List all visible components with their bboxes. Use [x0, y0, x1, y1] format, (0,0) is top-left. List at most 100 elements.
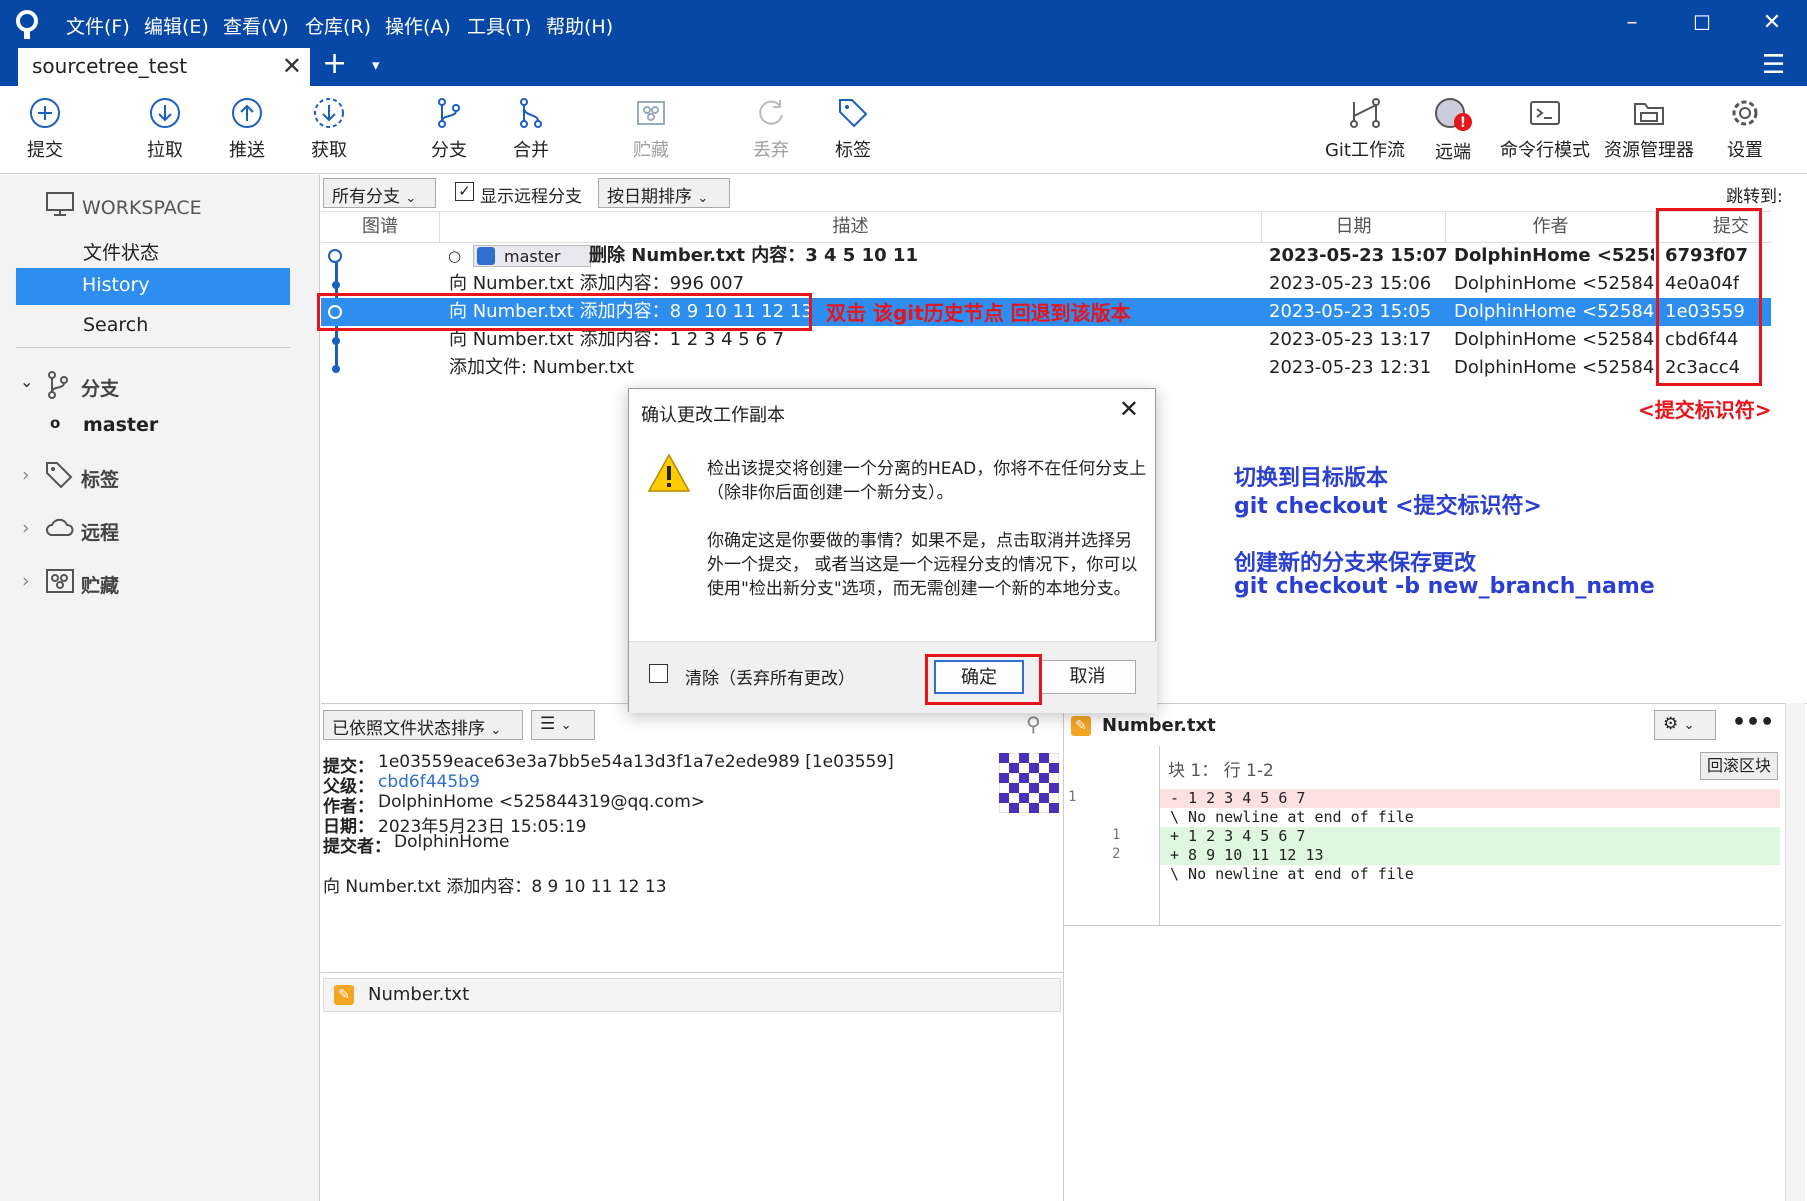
new-tab-icon[interactable]: +	[322, 46, 347, 81]
view-mode-dropdown[interactable]: ☰ ⌄	[531, 710, 595, 740]
sidebar-item-file-status[interactable]: 文件状态	[83, 238, 159, 265]
repo-tab[interactable]: sourcetree_test ✕	[18, 48, 310, 86]
parent-commit-link[interactable]: cbd6f445b9	[378, 772, 480, 792]
stash-button[interactable]: 贮藏	[606, 96, 696, 162]
explorer-button[interactable]: 资源管理器	[1602, 96, 1696, 162]
menu-tools[interactable]: 工具(T)	[467, 12, 531, 39]
terminal-button[interactable]: 命令行模式	[1498, 96, 1592, 162]
column-graph[interactable]: 图谱	[321, 212, 440, 242]
sidebar-tags[interactable]: 标签	[81, 465, 119, 492]
menu-file[interactable]: 文件(F)	[66, 12, 130, 39]
file-sort-dropdown[interactable]: 已依照文件状态排序 ⌄	[323, 710, 523, 740]
diff-line-added: + 1 2 3 4 5 6 7	[1160, 827, 1780, 846]
menu-edit[interactable]: 编辑(E)	[144, 12, 209, 39]
clean-checkbox[interactable]	[649, 664, 668, 683]
show-remote-checkbox[interactable]: ✓	[455, 182, 474, 201]
terminal-label: 命令行模式	[1500, 140, 1590, 161]
sidebar	[0, 175, 320, 1201]
sidebar-branch-master[interactable]: master	[83, 414, 158, 436]
menu-actions[interactable]: 操作(A)	[385, 12, 451, 39]
sidebar-item-search[interactable]: Search	[83, 314, 148, 336]
chevron-down-icon: ⌄	[560, 718, 572, 733]
column-description[interactable]: 描述	[440, 212, 1262, 242]
chevron-right-icon[interactable]: ›	[22, 517, 30, 539]
minimize-icon[interactable]: –	[1612, 8, 1652, 38]
hamburger-menu-icon[interactable]: ☰	[1762, 50, 1785, 80]
discard-button[interactable]: 丢弃	[726, 96, 816, 162]
dialog-message-2: 你确定这是你要做的事情？如果不是，点击取消并选择另外一个提交， 或者当这是一个远…	[707, 531, 1138, 599]
changed-file-row[interactable]: ✎ Number.txt	[323, 978, 1061, 1012]
dialog-close-icon[interactable]: ✕	[1119, 395, 1139, 423]
tag-button[interactable]: 标签	[808, 96, 898, 162]
sidebar-item-history[interactable]: History	[16, 268, 290, 305]
search-icon[interactable]: ⚲	[1026, 712, 1041, 736]
cloud-icon	[46, 518, 74, 536]
close-window-icon[interactable]: ✕	[1752, 8, 1792, 38]
diff-file-name: Number.txt	[1102, 715, 1216, 736]
gear-icon: ⚙	[1663, 714, 1679, 734]
graph-node	[332, 281, 340, 289]
column-date[interactable]: 日期	[1262, 212, 1446, 242]
cancel-button[interactable]: 取消	[1039, 660, 1136, 694]
discard-label: 丢弃	[753, 140, 789, 161]
commit-author: DolphinHome <52584	[1454, 273, 1654, 294]
maximize-icon[interactable]: ☐	[1682, 8, 1722, 38]
pull-label: 拉取	[147, 140, 183, 161]
settings-button[interactable]: 设置	[1700, 96, 1790, 162]
workspace-header: WORKSPACE	[82, 197, 202, 219]
pull-button[interactable]: 拉取	[120, 96, 210, 162]
clean-label: 清除（丢弃所有更改）	[685, 669, 855, 689]
annotation-commit-id: <提交标识符>	[1638, 398, 1772, 422]
push-button[interactable]: 推送	[202, 96, 292, 162]
commit-author: DolphinHome <52584	[1454, 301, 1654, 322]
sidebar-divider	[16, 347, 290, 348]
chevron-right-icon[interactable]: ›	[22, 570, 30, 592]
menu-repository[interactable]: 仓库(R)	[305, 12, 371, 39]
globe-icon: !	[1435, 98, 1472, 131]
diff-settings-dropdown[interactable]: ⚙ ⌄	[1654, 710, 1716, 740]
current-branch-icon: o	[50, 414, 61, 432]
fetch-label: 获取	[311, 140, 347, 161]
chevron-down-icon: ⌄	[1683, 718, 1695, 733]
commit-row[interactable]: 添加文件: Number.txt 2023-05-23 12:31 Dolphi…	[321, 354, 1771, 382]
tab-dropdown-icon[interactable]: ▾	[372, 56, 380, 74]
stash-icon	[46, 569, 74, 593]
commit-field-value: 1e03559eace63e3a7bb5e54a13d3f1a7e2ede989…	[378, 752, 894, 772]
commit-date: 2023-05-23 13:17	[1269, 329, 1432, 350]
highlight-commit-column	[1656, 208, 1762, 386]
details-divider	[321, 972, 1063, 973]
show-remote-label: 显示远程分支	[480, 187, 582, 207]
sidebar-stashes[interactable]: 贮藏	[81, 571, 119, 598]
branch-label: 分支	[431, 140, 467, 161]
fetch-button[interactable]: 获取	[284, 96, 374, 162]
more-options-icon[interactable]: •••	[1732, 710, 1774, 735]
revert-hunk-button[interactable]: 回滚区块	[1700, 752, 1778, 780]
merge-button[interactable]: 合并	[486, 96, 576, 162]
modified-file-icon: ✎	[334, 985, 354, 1005]
column-author[interactable]: 作者	[1446, 212, 1656, 242]
tab-close-icon[interactable]: ✕	[282, 52, 302, 80]
new-line-number: 2	[1112, 846, 1121, 862]
gitflow-button[interactable]: Git工作流	[1320, 96, 1410, 162]
push-icon	[232, 98, 262, 128]
commit-author: DolphinHome <52584	[1454, 245, 1654, 266]
title-bar: 文件(F) 编辑(E) 查看(V) 仓库(R) 操作(A) 工具(T) 帮助(H…	[0, 0, 1807, 86]
author-field-value: DolphinHome <525844319@qq.com>	[378, 792, 706, 812]
annotation-branch-title: 创建新的分支来保存更改	[1234, 551, 1477, 576]
sidebar-branches[interactable]: 分支	[81, 374, 119, 401]
branch-button[interactable]: 分支	[404, 96, 494, 162]
gitflow-icon	[1350, 98, 1380, 128]
menu-help[interactable]: 帮助(H)	[546, 12, 613, 39]
remote-button[interactable]: ! 远端	[1408, 96, 1498, 164]
sidebar-remotes[interactable]: 远程	[81, 518, 119, 545]
chevron-down-icon[interactable]: ⌄	[20, 372, 33, 391]
commit-button[interactable]: 提交	[0, 96, 90, 162]
diff-scrollbar[interactable]	[1785, 703, 1805, 1201]
hunk-header: 块 1： 行 1-2	[1168, 761, 1274, 781]
commit-row[interactable]: ○ master 删除 Number.txt 内容：3 4 5 10 11 20…	[321, 242, 1771, 270]
menu-view[interactable]: 查看(V)	[223, 12, 289, 39]
branch-filter-dropdown[interactable]: 所有分支 ⌄	[323, 178, 436, 208]
sort-dropdown[interactable]: 按日期排序 ⌄	[598, 178, 730, 208]
chevron-right-icon[interactable]: ›	[22, 464, 30, 486]
list-icon: ☰	[540, 714, 556, 734]
